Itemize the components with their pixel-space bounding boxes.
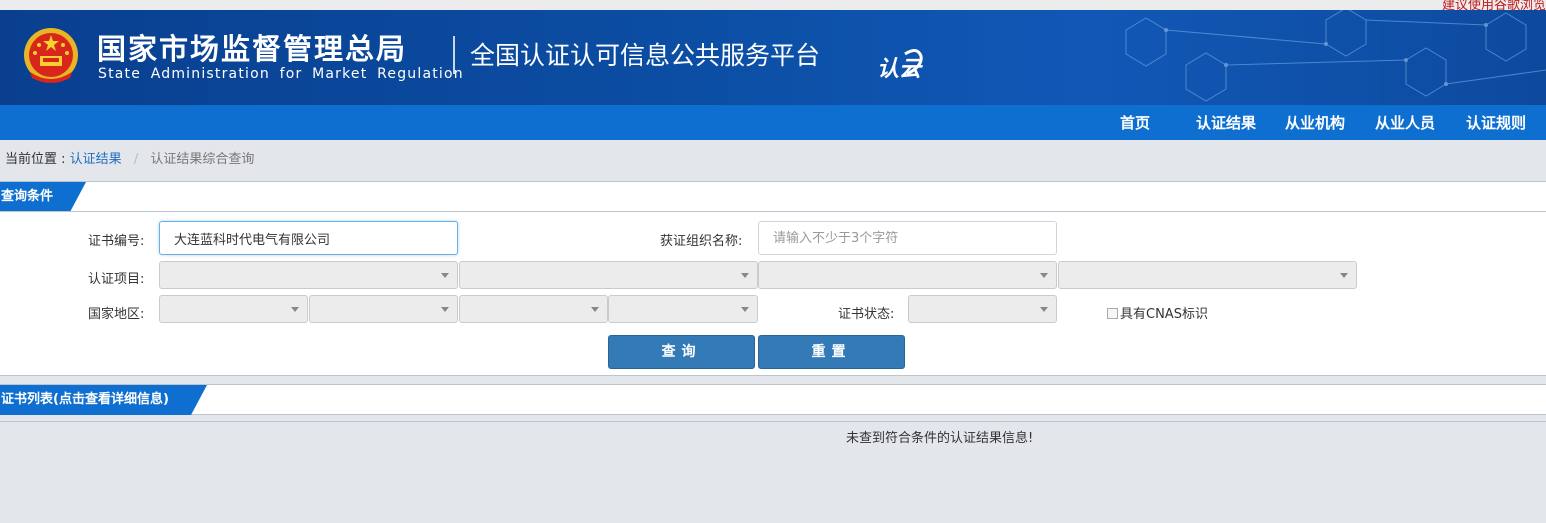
nav-home[interactable]: 首页 [1120, 105, 1150, 140]
tech-pattern-decoration [1125, 10, 1546, 102]
chevron-down-icon [1040, 307, 1048, 312]
chevron-down-icon [291, 307, 299, 312]
header-divider [453, 36, 455, 74]
empty-results-message: 未查到符合条件的认证结果信息! [846, 431, 1034, 446]
cert-no-input[interactable] [159, 221, 458, 255]
region-select-3[interactable] [459, 295, 608, 323]
status-select[interactable] [908, 295, 1057, 323]
agency-name-cn: 国家市场监督管理总局 [97, 32, 408, 66]
results-divider [0, 421, 1546, 422]
breadcrumb-separator: / [133, 152, 139, 167]
region-label: 国家地区: [88, 307, 145, 322]
chevron-down-icon [591, 307, 599, 312]
org-name-label: 获证组织名称: [660, 234, 743, 249]
chevron-down-icon [741, 273, 749, 278]
cert-no-label: 证书编号: [88, 234, 145, 249]
reset-button[interactable]: 重置 [758, 335, 905, 369]
main-nav: 首页 认证结果 从业机构 从业人员 认证规则 [0, 105, 1546, 140]
breadcrumb-current: 认证结果综合查询 [150, 152, 255, 167]
cnas-label: 具有CNAS标识 [1120, 307, 1208, 322]
project-label: 认证项目: [88, 272, 145, 287]
chevron-down-icon [741, 307, 749, 312]
region-select-4[interactable] [608, 295, 758, 323]
top-strip: 建议使用谷歌浏览 [0, 0, 1546, 13]
chevron-down-icon [441, 307, 449, 312]
nav-personnel[interactable]: 从业人员 [1375, 105, 1435, 140]
project-select-4[interactable] [1058, 261, 1357, 289]
nav-rules[interactable]: 认证规则 [1466, 105, 1526, 140]
chevron-down-icon [1340, 273, 1348, 278]
chevron-down-icon [441, 273, 449, 278]
nav-agencies[interactable]: 从业机构 [1285, 105, 1345, 140]
org-name-input[interactable] [758, 221, 1057, 255]
breadcrumb: 当前位置 : 认证结果 / 认证结果综合查询 [5, 148, 254, 167]
header-banner: 国家市场监督管理总局 State Administration for Mark… [0, 10, 1546, 105]
project-select-1[interactable] [159, 261, 458, 289]
cnas-option: 具有CNAS标识 [1107, 303, 1208, 322]
platform-title: 全国认证认可信息公共服务平台 [470, 41, 821, 70]
status-label: 证书状态: [838, 307, 895, 322]
national-emblem-icon [24, 28, 78, 83]
agency-name-en: State Administration for Market Regulati… [98, 66, 464, 82]
nav-cert-results[interactable]: 认证结果 [1196, 105, 1256, 140]
project-select-2[interactable] [459, 261, 758, 289]
search-button[interactable]: 查询 [608, 335, 755, 369]
results-panel [0, 384, 1546, 415]
cnas-checkbox[interactable] [1107, 308, 1118, 319]
results-panel-title: 证书列表(点击查看详细信息) [0, 385, 207, 415]
breadcrumb-link-results[interactable]: 认证结果 [70, 152, 122, 167]
region-select-1[interactable] [159, 295, 308, 323]
chevron-down-icon [1040, 273, 1048, 278]
breadcrumb-label: 当前位置 : [5, 152, 66, 167]
region-select-2[interactable] [309, 295, 458, 323]
project-select-3[interactable] [758, 261, 1057, 289]
query-panel-divider [0, 211, 1546, 212]
platform-logo: 认云 [877, 49, 923, 82]
